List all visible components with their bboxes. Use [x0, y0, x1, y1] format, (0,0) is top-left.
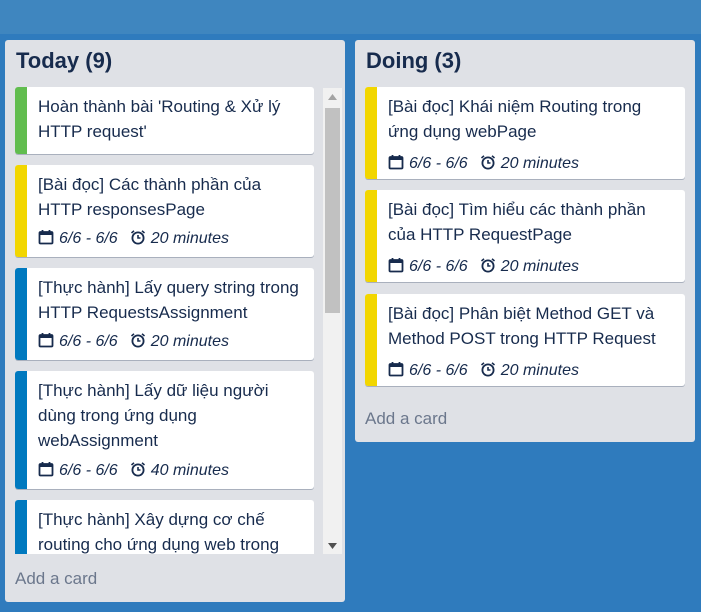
card-title: [Thực hành] Lấy query string trong HTTP …	[38, 278, 299, 322]
card-date-range: 6/6 - 6/6	[59, 333, 118, 350]
card-title: [Thực hành] Xây dựng cơ chế routing cho …	[38, 510, 280, 554]
alarm-clock-icon	[480, 257, 496, 278]
card-title: [Bài đọc] Khái niệm Routing trong ứng dụ…	[388, 97, 642, 141]
card[interactable]: [Bài đọc] Phân biệt Method GET và Method…	[365, 294, 685, 386]
label-stripe	[365, 190, 377, 282]
board-header-bar	[0, 0, 701, 34]
alarm-clock-icon	[130, 332, 146, 353]
card-duration: 20 minutes	[500, 362, 579, 379]
card-badges: 6/6 - 6/6 20 minutes	[388, 153, 579, 175]
label-stripe	[15, 165, 27, 257]
label-stripe	[15, 371, 27, 489]
cards-container: Hoàn thành bài 'Routing & Xử lý HTTP req…	[5, 86, 345, 554]
card-duration: 20 minutes	[150, 333, 229, 350]
list-doing: Doing (3) [Bài đọc] Khái niệm Routing tr…	[355, 40, 695, 442]
list-today: Today (9) Hoàn thành bài 'Routing & Xử l…	[5, 40, 345, 602]
card-date-range: 6/6 - 6/6	[59, 462, 118, 479]
calendar-icon	[388, 361, 404, 382]
card-title: [Thực hành] Lấy dữ liệu người dùng trong…	[38, 381, 269, 450]
card-date-range: 6/6 - 6/6	[409, 258, 468, 275]
card-duration: 20 minutes	[500, 258, 579, 275]
card-badges: 6/6 - 6/6 40 minutes	[38, 460, 229, 482]
card-badges: 6/6 - 6/6 20 minutes	[388, 360, 579, 382]
add-card-button[interactable]: Add a card	[365, 409, 447, 429]
label-stripe	[365, 87, 377, 179]
card-duration: 40 minutes	[150, 462, 229, 479]
label-stripe	[365, 294, 377, 386]
alarm-clock-icon	[130, 229, 146, 250]
list-scrollbar[interactable]	[323, 88, 342, 554]
scroll-down-arrow-icon[interactable]	[323, 537, 342, 554]
calendar-icon	[38, 461, 54, 482]
card-badges: 6/6 - 6/6 20 minutes	[38, 228, 229, 250]
alarm-clock-icon	[480, 154, 496, 175]
add-card-button[interactable]: Add a card	[15, 569, 97, 589]
label-stripe	[15, 87, 27, 154]
calendar-icon	[38, 332, 54, 353]
card-title: Hoàn thành bài 'Routing & Xử lý HTTP req…	[38, 97, 281, 141]
card-duration: 20 minutes	[500, 155, 579, 172]
label-stripe	[15, 268, 27, 360]
card-badges: 6/6 - 6/6 20 minutes	[388, 256, 579, 278]
card-date-range: 6/6 - 6/6	[409, 362, 468, 379]
card[interactable]: [Bài đọc] Tìm hiểu các thành phần của HT…	[365, 190, 685, 282]
alarm-clock-icon	[480, 361, 496, 382]
card[interactable]: [Thực hành] Lấy query string trong HTTP …	[15, 268, 314, 360]
alarm-clock-icon	[130, 461, 146, 482]
card[interactable]: [Thực hành] Lấy dữ liệu người dùng trong…	[15, 371, 314, 489]
card-date-range: 6/6 - 6/6	[409, 155, 468, 172]
scroll-up-arrow-icon[interactable]	[323, 88, 342, 105]
calendar-icon	[388, 257, 404, 278]
scrollbar-thumb[interactable]	[325, 108, 340, 313]
card-title: [Bài đọc] Tìm hiểu các thành phần của HT…	[388, 200, 646, 244]
card-badges: 6/6 - 6/6 20 minutes	[38, 331, 229, 353]
card[interactable]: [Bài đọc] Các thành phần của HTTP respon…	[15, 165, 314, 257]
card-title: [Bài đọc] Phân biệt Method GET và Method…	[388, 304, 656, 348]
calendar-icon	[388, 154, 404, 175]
card[interactable]: Hoàn thành bài 'Routing & Xử lý HTTP req…	[15, 87, 314, 154]
card[interactable]: [Bài đọc] Khái niệm Routing trong ứng dụ…	[365, 87, 685, 179]
card-date-range: 6/6 - 6/6	[59, 230, 118, 247]
calendar-icon	[38, 229, 54, 250]
card-duration: 20 minutes	[150, 230, 229, 247]
cards-container: [Bài đọc] Khái niệm Routing trong ứng dụ…	[355, 86, 695, 446]
list-title[interactable]: Today (9)	[16, 48, 112, 74]
label-stripe	[15, 500, 27, 554]
card[interactable]: [Thực hành] Xây dựng cơ chế routing cho …	[15, 500, 314, 554]
card-title: [Bài đọc] Các thành phần của HTTP respon…	[38, 175, 262, 219]
list-title[interactable]: Doing (3)	[366, 48, 461, 74]
